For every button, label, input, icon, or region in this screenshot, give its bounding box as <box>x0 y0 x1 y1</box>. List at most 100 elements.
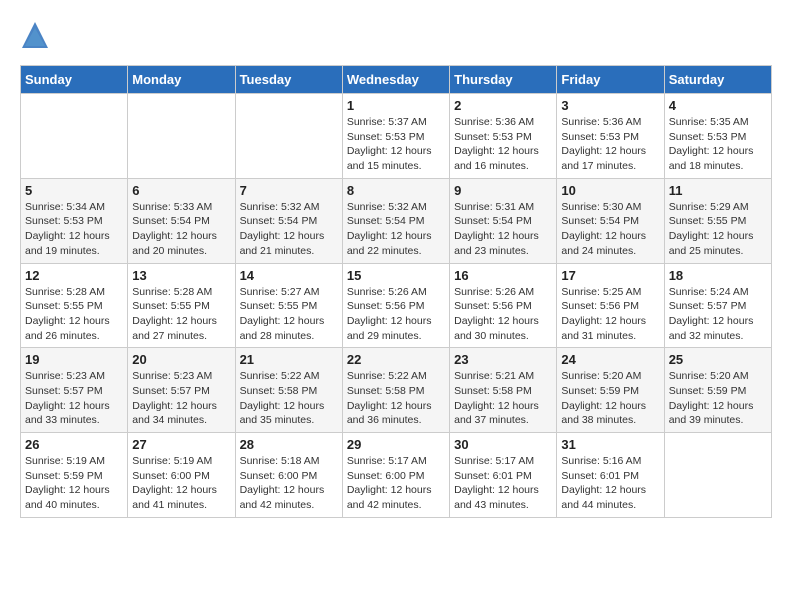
day-number: 10 <box>561 183 659 198</box>
day-number: 22 <box>347 352 445 367</box>
day-number: 2 <box>454 98 552 113</box>
day-info: Sunrise: 5:20 AM Sunset: 5:59 PM Dayligh… <box>669 369 767 428</box>
day-info: Sunrise: 5:35 AM Sunset: 5:53 PM Dayligh… <box>669 115 767 174</box>
day-info: Sunrise: 5:32 AM Sunset: 5:54 PM Dayligh… <box>347 200 445 259</box>
calendar-cell: 6Sunrise: 5:33 AM Sunset: 5:54 PM Daylig… <box>128 178 235 263</box>
day-number: 25 <box>669 352 767 367</box>
day-number: 11 <box>669 183 767 198</box>
day-info: Sunrise: 5:24 AM Sunset: 5:57 PM Dayligh… <box>669 285 767 344</box>
calendar-cell <box>21 94 128 179</box>
day-number: 24 <box>561 352 659 367</box>
calendar-cell: 22 Sunrise: 5:22 AM Sunset: 5:58 PM Dayli… <box>342 348 449 433</box>
day-info: Sunrise: 5:25 AM Sunset: 5:56 PM Dayligh… <box>561 285 659 344</box>
day-info: Sunrise: 5:30 AM Sunset: 5:54 PM Dayligh… <box>561 200 659 259</box>
day-number: 19 <box>25 352 123 367</box>
calendar-cell: 24 Sunrise: 5:20 AM Sunset: 5:59 PM Dayli… <box>557 348 664 433</box>
calendar-cell: 9 Sunrise: 5:31 AM Sunset: 5:54 PM Daylig… <box>450 178 557 263</box>
day-info: Sunrise: 5:29 AM Sunset: 5:55 PM Dayligh… <box>669 200 767 259</box>
day-number: 16 <box>454 268 552 283</box>
day-number: 30 <box>454 437 552 452</box>
calendar-cell: 3 Sunrise: 5:36 AM Sunset: 5:53 PM Daylig… <box>557 94 664 179</box>
calendar-cell: 19Sunrise: 5:23 AM Sunset: 5:57 PM Dayli… <box>21 348 128 433</box>
day-info: Sunrise: 5:17 AM Sunset: 6:01 PM Dayligh… <box>454 454 552 513</box>
day-info: Sunrise: 5:16 AM Sunset: 6:01 PM Dayligh… <box>561 454 659 513</box>
calendar-cell <box>235 94 342 179</box>
day-number: 14 <box>240 268 338 283</box>
day-info: Sunrise: 5:18 AM Sunset: 6:00 PM Dayligh… <box>240 454 338 513</box>
day-number: 27 <box>132 437 230 452</box>
calendar-table: SundayMondayTuesdayWednesdayThursdayFrid… <box>20 65 772 518</box>
day-number: 31 <box>561 437 659 452</box>
day-info: Sunrise: 5:31 AM Sunset: 5:54 PM Dayligh… <box>454 200 552 259</box>
weekday-header: Sunday <box>21 66 128 94</box>
day-info: Sunrise: 5:36 AM Sunset: 5:53 PM Dayligh… <box>454 115 552 174</box>
day-number: 13 <box>132 268 230 283</box>
calendar-container: SundayMondayTuesdayWednesdayThursdayFrid… <box>0 0 792 528</box>
calendar-week-row: 1Sunrise: 5:37 AM Sunset: 5:53 PM Daylig… <box>21 94 772 179</box>
calendar-cell: 29Sunrise: 5:17 AM Sunset: 6:00 PM Dayli… <box>342 433 449 518</box>
day-info: Sunrise: 5:19 AM Sunset: 6:00 PM Dayligh… <box>132 454 230 513</box>
weekday-header: Saturday <box>664 66 771 94</box>
calendar-cell: 10 Sunrise: 5:30 AM Sunset: 5:54 PM Dayli… <box>557 178 664 263</box>
calendar-week-row: 12 Sunrise: 5:28 AM Sunset: 5:55 PM Dayli… <box>21 263 772 348</box>
calendar-cell <box>664 433 771 518</box>
day-number: 7 <box>240 183 338 198</box>
day-info: Sunrise: 5:22 AM Sunset: 5:58 PM Dayligh… <box>347 369 445 428</box>
day-info: Sunrise: 5:22 AM Sunset: 5:58 PM Dayligh… <box>240 369 338 428</box>
header <box>20 20 772 50</box>
calendar-cell: 11 Sunrise: 5:29 AM Sunset: 5:55 PM Dayli… <box>664 178 771 263</box>
day-number: 20 <box>132 352 230 367</box>
calendar-week-row: 19 Sunrise: 5:23 AM Sunset: 5:57 PM Dayli… <box>21 348 772 433</box>
day-info: Sunrise: 5:33 AM Sunset: 5:54 PM Dayligh… <box>132 200 230 259</box>
day-number: 29 <box>347 437 445 452</box>
day-info: Sunrise: 5:19 AM Sunset: 5:59 PM Dayligh… <box>25 454 123 513</box>
day-number: 15 <box>347 268 445 283</box>
day-info: Sunrise: 5:28 AM Sunset: 5:55 PM Dayligh… <box>25 285 123 344</box>
weekday-header: Friday <box>557 66 664 94</box>
weekday-header: Tuesday <box>235 66 342 94</box>
day-number: 28 <box>240 437 338 452</box>
calendar-cell: 14 Sunrise: 5:27 AM Sunset: 5:55 PM Dayli… <box>235 263 342 348</box>
day-info: Sunrise: 5:20 AM Sunset: 5:59 PM Dayligh… <box>561 369 659 428</box>
day-number: 18 <box>669 268 767 283</box>
day-info: Sunrise: 5:36 AM Sunset: 5:53 PM Dayligh… <box>561 115 659 174</box>
day-info: Sunrise: 5:28 AM Sunset: 5:55 PM Dayligh… <box>132 285 230 344</box>
calendar-week-row: 5 Sunrise: 5:34 AM Sunset: 5:53 PM Daylig… <box>21 178 772 263</box>
calendar-week-row: 26 Sunrise: 5:19 AM Sunset: 5:59 PM Dayli… <box>21 433 772 518</box>
day-number: 26 <box>25 437 123 452</box>
calendar-cell: 18 Sunrise: 5:24 AM Sunset: 5:57 PM Dayli… <box>664 263 771 348</box>
calendar-cell: 1Sunrise: 5:37 AM Sunset: 5:53 PM Daylig… <box>342 94 449 179</box>
calendar-cell: 31 Sunrise: 5:16 AM Sunset: 6:01 PM Dayli… <box>557 433 664 518</box>
calendar-cell: 4 Sunrise: 5:35 AM Sunset: 5:53 PM Daylig… <box>664 94 771 179</box>
weekday-header: Wednesday <box>342 66 449 94</box>
calendar-cell: 13 Sunrise: 5:28 AM Sunset: 5:55 PM Dayli… <box>128 263 235 348</box>
day-number: 9 <box>454 183 552 198</box>
calendar-cell <box>128 94 235 179</box>
day-number: 12 <box>25 268 123 283</box>
calendar-cell: 7 Sunrise: 5:32 AM Sunset: 5:54 PM Daylig… <box>235 178 342 263</box>
day-info: Sunrise: 5:26 AM Sunset: 5:56 PM Dayligh… <box>347 285 445 344</box>
calendar-cell: 2 Sunrise: 5:36 AM Sunset: 5:53 PM Daylig… <box>450 94 557 179</box>
day-number: 4 <box>669 98 767 113</box>
calendar-cell: 27 Sunrise: 5:19 AM Sunset: 6:00 PM Dayli… <box>128 433 235 518</box>
day-info: Sunrise: 5:34 AM Sunset: 5:53 PM Dayligh… <box>25 200 123 259</box>
day-info: Sunrise: 5:27 AM Sunset: 5:55 PM Dayligh… <box>240 285 338 344</box>
day-number: 17 <box>561 268 659 283</box>
calendar-cell: 28 Sunrise: 5:18 AM Sunset: 6:00 PM Dayli… <box>235 433 342 518</box>
day-info: Sunrise: 5:32 AM Sunset: 5:54 PM Dayligh… <box>240 200 338 259</box>
calendar-cell: 25 Sunrise: 5:20 AM Sunset: 5:59 PM Dayli… <box>664 348 771 433</box>
calendar-body: 1Sunrise: 5:37 AM Sunset: 5:53 PM Daylig… <box>21 94 772 518</box>
calendar-cell: 5 Sunrise: 5:34 AM Sunset: 5:53 PM Daylig… <box>21 178 128 263</box>
weekday-header-row: SundayMondayTuesdayWednesdayThursdayFrid… <box>21 66 772 94</box>
day-info: Sunrise: 5:26 AM Sunset: 5:56 PM Dayligh… <box>454 285 552 344</box>
logo <box>20 20 54 50</box>
logo-icon <box>20 20 50 50</box>
day-info: Sunrise: 5:23 AM Sunset: 5:57 PM Dayligh… <box>132 369 230 428</box>
calendar-cell: 16 Sunrise: 5:26 AM Sunset: 5:56 PM Dayli… <box>450 263 557 348</box>
day-number: 1 <box>347 98 445 113</box>
weekday-header: Thursday <box>450 66 557 94</box>
day-number: 5 <box>25 183 123 198</box>
day-number: 3 <box>561 98 659 113</box>
calendar-cell: 21Sunrise: 5:22 AM Sunset: 5:58 PM Dayli… <box>235 348 342 433</box>
calendar-cell: 26 Sunrise: 5:19 AM Sunset: 5:59 PM Dayli… <box>21 433 128 518</box>
